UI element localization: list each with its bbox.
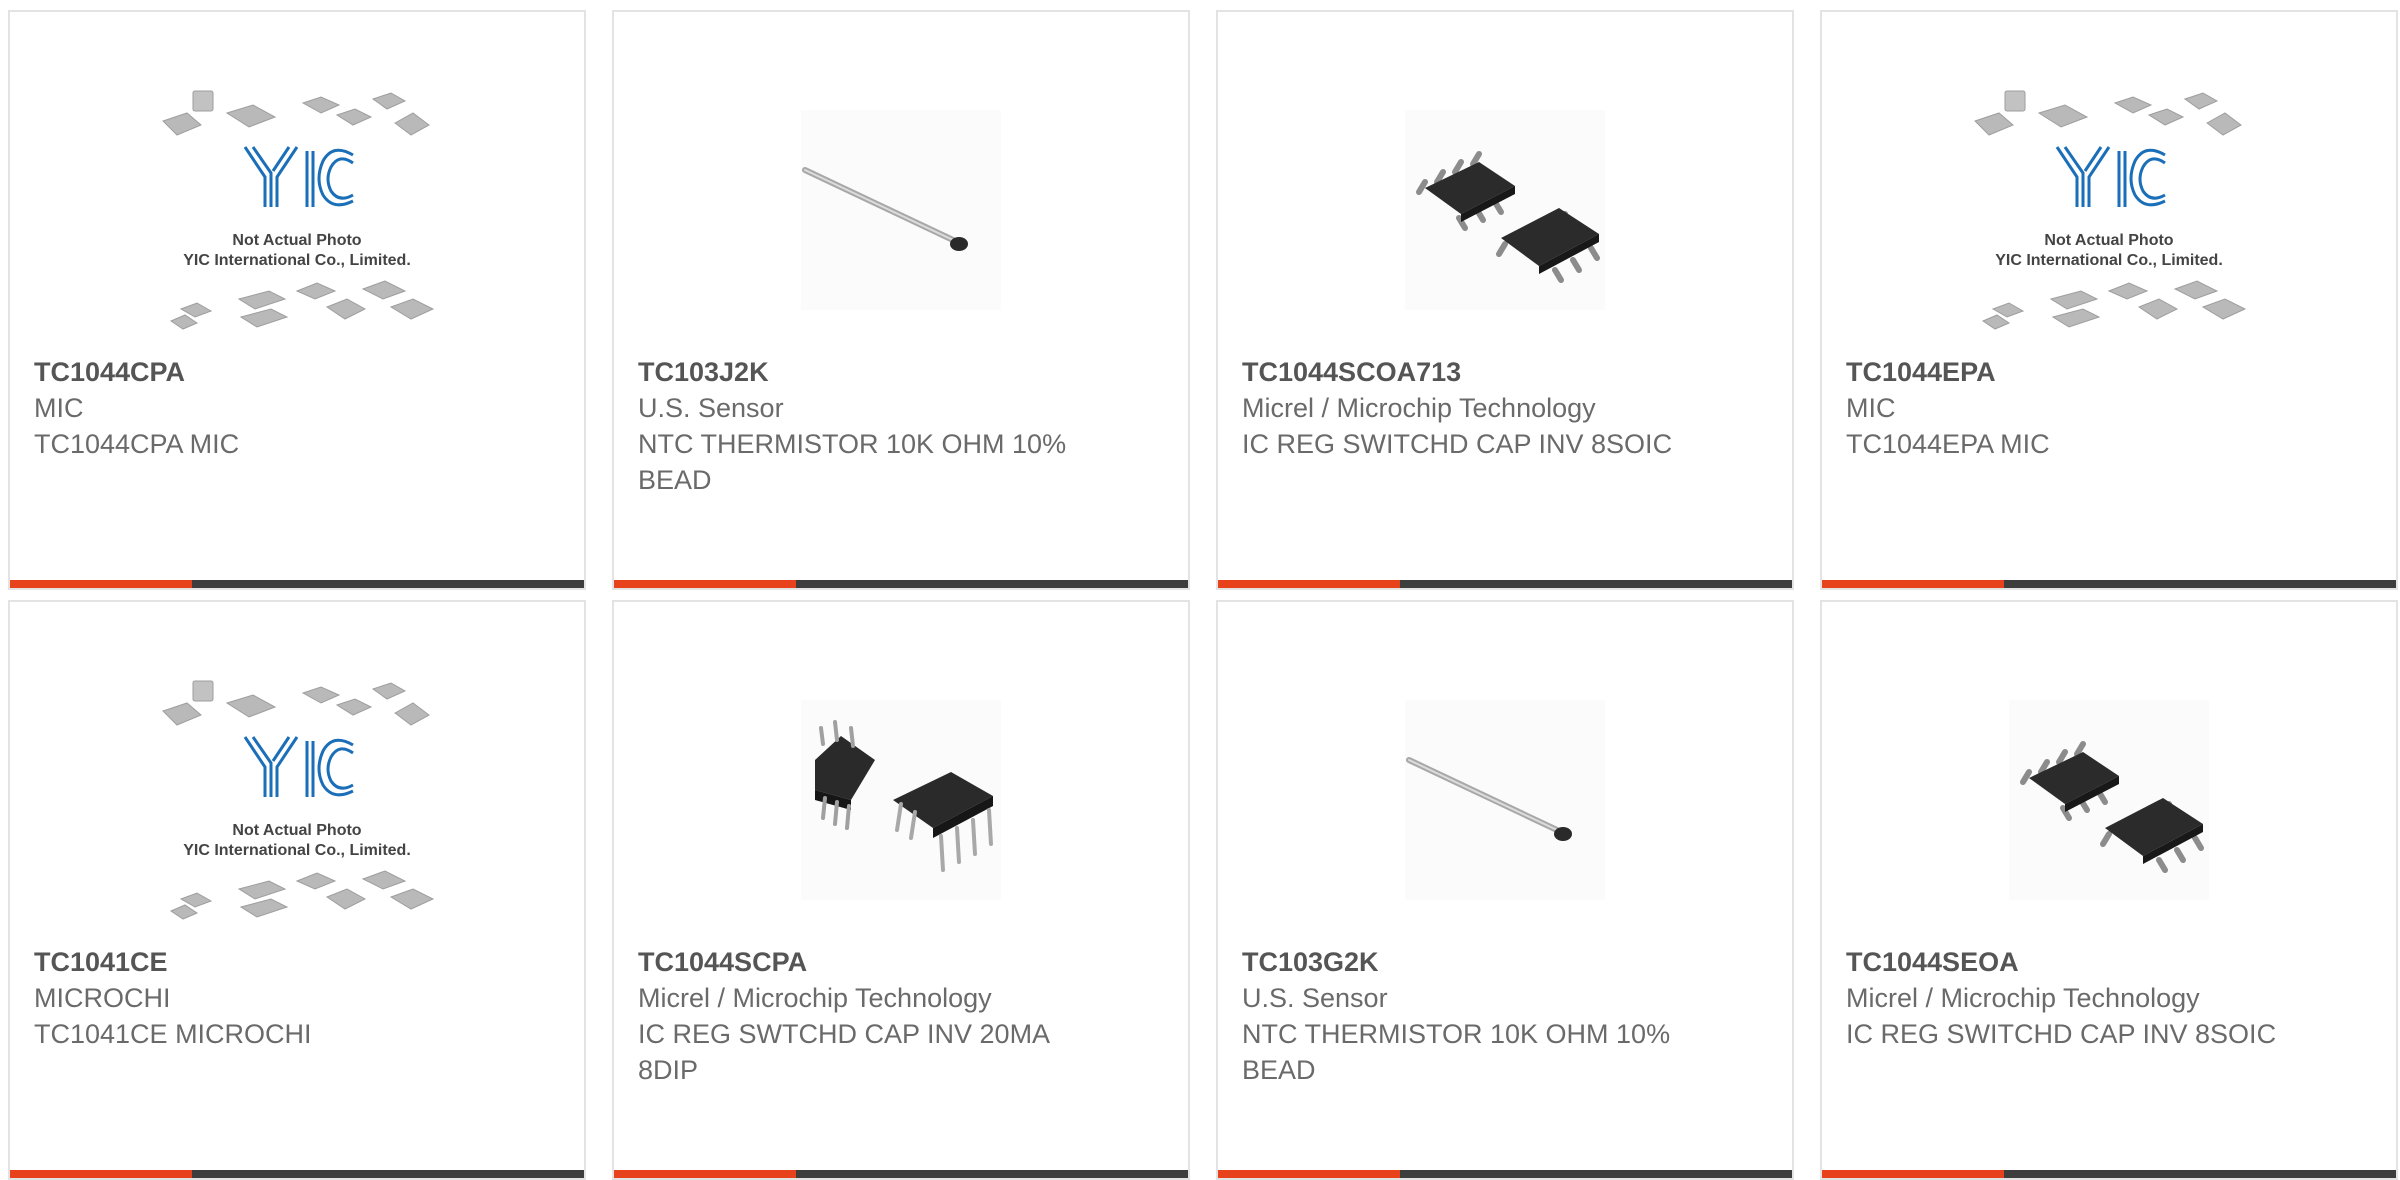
manufacturer: MIC [1846,393,1896,423]
product-card[interactable]: TC103G2K U.S. Sensor NTC THERMISTOR 10K … [1216,600,1794,1180]
manufacturer: Micrel / Microchip Technology [1242,393,1596,423]
product-image[interactable] [614,60,1188,360]
part-number[interactable]: TC1044SEOA [1846,944,2372,980]
part-number[interactable]: TC103J2K [638,354,1164,390]
description: IC REG SWITCHD CAP INV 8SOIC [1846,1019,2277,1049]
description: NTC THERMISTOR 10K OHM 10% BEAD [638,429,1067,495]
product-image[interactable] [614,650,1188,950]
product-grid: TC1044CPA MIC TC1044CPA MIC TC103J2K U.S… [8,10,2400,1180]
thermistor-icon [801,110,1001,310]
manufacturer: Micrel / Microchip Technology [1846,983,2200,1013]
product-image[interactable] [1218,60,1792,360]
part-number[interactable]: TC1044EPA [1846,354,2372,390]
yic-logo-icon [157,85,437,335]
description: NTC THERMISTOR 10K OHM 10% BEAD [1242,1019,1671,1085]
thermistor-icon [1405,700,1605,900]
product-image-placeholder[interactable] [10,60,584,360]
dip-chip-icon [801,700,1001,900]
part-number[interactable]: TC1044CPA [34,354,560,390]
product-card[interactable]: TC1044CPA MIC TC1044CPA MIC [8,10,586,590]
part-number[interactable]: TC1044SCOA713 [1242,354,1768,390]
card-bottom-bar [1822,580,2396,588]
card-bottom-bar [614,1170,1188,1178]
manufacturer: U.S. Sensor [638,393,784,423]
part-number[interactable]: TC103G2K [1242,944,1768,980]
product-image-placeholder[interactable] [1822,60,2396,360]
card-accent [614,1170,796,1178]
card-accent [1822,580,2004,588]
product-card[interactable]: TC1044EPA MIC TC1044EPA MIC [1820,10,2398,590]
card-bottom-bar [10,1170,584,1178]
card-accent [614,580,796,588]
description: TC1044CPA MIC [34,429,240,459]
card-bottom-bar [1218,1170,1792,1178]
product-card[interactable]: TC1044SCOA713 Micrel / Microchip Technol… [1216,10,1794,590]
description: IC REG SWITCHD CAP INV 8SOIC [1242,429,1673,459]
part-number[interactable]: TC1044SCPA [638,944,1164,980]
description: IC REG SWTCHD CAP INV 20MA 8DIP [638,1019,1049,1085]
manufacturer: Micrel / Microchip Technology [638,983,992,1013]
card-bottom-bar [1822,1170,2396,1178]
product-image[interactable] [1218,650,1792,950]
card-accent [1218,1170,1400,1178]
part-number[interactable]: TC1041CE [34,944,560,980]
soic-chip-icon [1405,110,1605,310]
product-card[interactable]: TC1044SCPA Micrel / Microchip Technology… [612,600,1190,1180]
description: TC1041CE MICROCHI [34,1019,312,1049]
product-card[interactable]: TC1044SEOA Micrel / Microchip Technology… [1820,600,2398,1180]
card-bottom-bar [10,580,584,588]
card-accent [10,1170,192,1178]
description: TC1044EPA MIC [1846,429,2050,459]
yic-logo-icon [1969,85,2249,335]
card-bottom-bar [1218,580,1792,588]
card-bottom-bar [614,580,1188,588]
product-image[interactable] [1822,650,2396,950]
card-accent [1218,580,1400,588]
manufacturer: U.S. Sensor [1242,983,1388,1013]
manufacturer: MICROCHI [34,983,171,1013]
card-accent [1822,1170,2004,1178]
card-accent [10,580,192,588]
product-image-placeholder[interactable] [10,650,584,950]
yic-logo-icon [157,675,437,925]
soic-chip-icon [2009,700,2209,900]
product-card[interactable]: TC103J2K U.S. Sensor NTC THERMISTOR 10K … [612,10,1190,590]
manufacturer: MIC [34,393,84,423]
product-card[interactable]: TC1041CE MICROCHI TC1041CE MICROCHI [8,600,586,1180]
